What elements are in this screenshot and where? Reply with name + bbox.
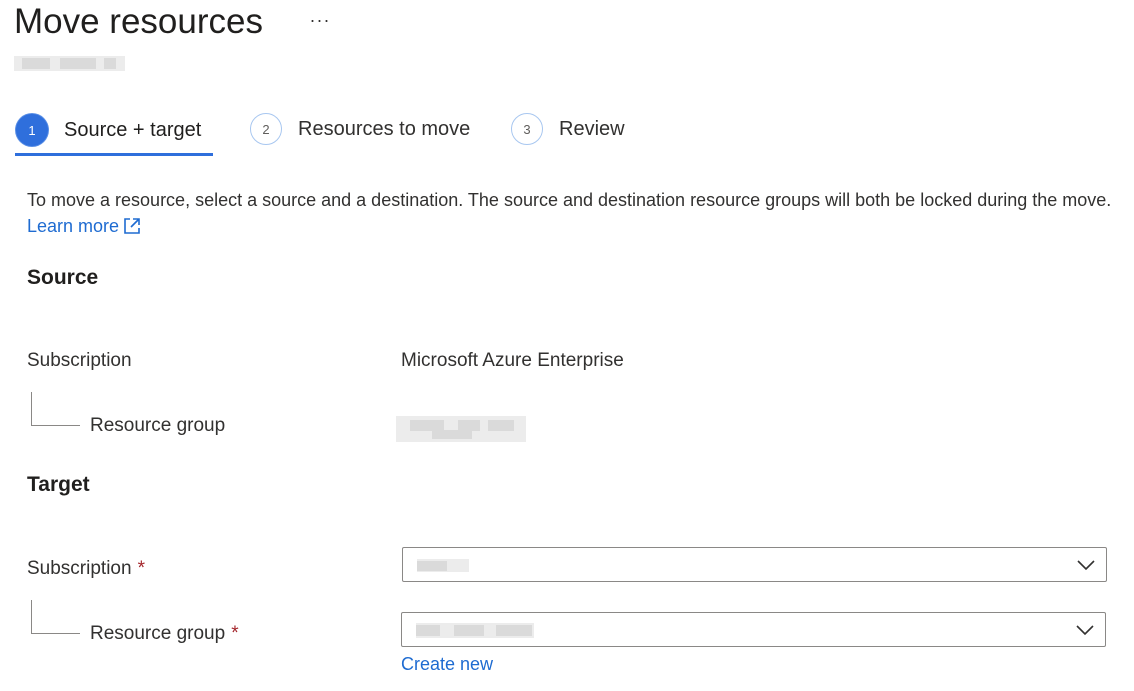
target-resource-group-label: Resource group * [90, 623, 239, 644]
description-text: To move a resource, select a source and … [27, 190, 1112, 210]
target-section-title: Target [27, 473, 90, 496]
target-resource-group-dropdown[interactable] [401, 612, 1106, 647]
description: To move a resource, select a source and … [27, 187, 1117, 242]
learn-more-link[interactable]: Learn more [27, 216, 141, 236]
create-new-resource-group-link[interactable]: Create new [401, 654, 493, 675]
step-resources-to-move[interactable]: 2 Resources to move [250, 113, 470, 145]
source-subscription-label: Subscription [27, 350, 132, 371]
chevron-down-icon [1075, 623, 1095, 642]
step-label: Review [559, 117, 625, 140]
external-link-icon [123, 216, 141, 242]
page-title: Move resources [14, 2, 263, 41]
active-step-indicator [15, 153, 213, 156]
source-resource-group-label: Resource group [90, 415, 226, 436]
redacted-source-resource-group [396, 416, 526, 442]
source-subscription-value: Microsoft Azure Enterprise [401, 350, 624, 371]
source-section-title: Source [27, 266, 99, 289]
step-number: 2 [250, 113, 282, 145]
tree-connector [31, 600, 80, 634]
tree-connector [31, 392, 80, 426]
target-subscription-label: Subscription * [27, 558, 145, 579]
required-indicator: * [231, 623, 239, 644]
redacted-resource-group-value [416, 623, 534, 638]
more-options-button[interactable]: ··· [306, 9, 334, 37]
step-label: Source + target [64, 118, 202, 141]
step-review[interactable]: 3 Review [511, 113, 625, 145]
required-indicator: * [137, 558, 145, 579]
redacted-subtitle [14, 54, 125, 73]
step-number: 3 [511, 113, 543, 145]
step-number: 1 [16, 114, 48, 146]
chevron-down-icon [1076, 558, 1096, 577]
redacted-subscription-value [417, 559, 469, 572]
step-source-target[interactable]: 1 Source + target [16, 114, 201, 146]
target-subscription-dropdown[interactable] [402, 547, 1107, 582]
step-label: Resources to move [298, 117, 471, 140]
